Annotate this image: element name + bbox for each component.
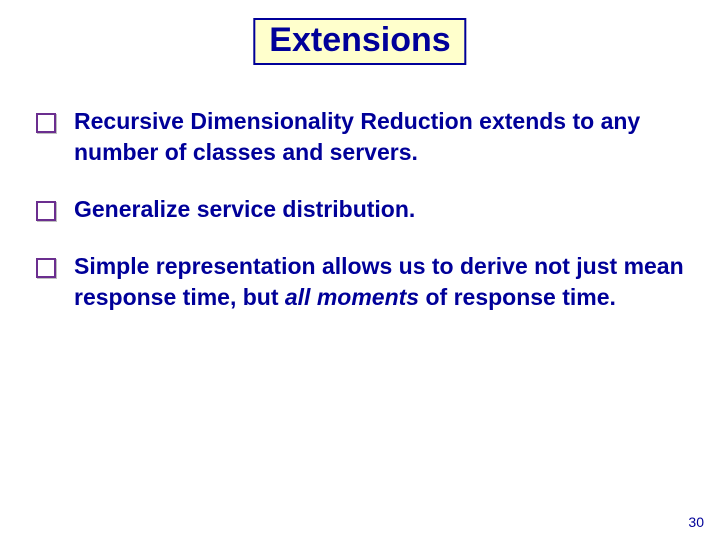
- square-bullet-icon: [36, 201, 56, 221]
- title-box: Extensions: [253, 18, 466, 65]
- page-number: 30: [688, 514, 704, 530]
- bullet-text: Generalize service distribution.: [74, 194, 415, 225]
- bullet-text: Simple representation allows us to deriv…: [74, 251, 684, 313]
- list-item: Recursive Dimensionality Reduction exten…: [36, 106, 684, 168]
- slide: Extensions Recursive Dimensionality Redu…: [0, 0, 720, 540]
- square-bullet-icon: [36, 258, 56, 278]
- square-bullet-icon: [36, 113, 56, 133]
- slide-title: Extensions: [269, 22, 450, 59]
- list-item: Simple representation allows us to deriv…: [36, 251, 684, 313]
- bullet-list: Recursive Dimensionality Reduction exten…: [36, 106, 684, 339]
- list-item: Generalize service distribution.: [36, 194, 684, 225]
- bullet-text: Recursive Dimensionality Reduction exten…: [74, 106, 684, 168]
